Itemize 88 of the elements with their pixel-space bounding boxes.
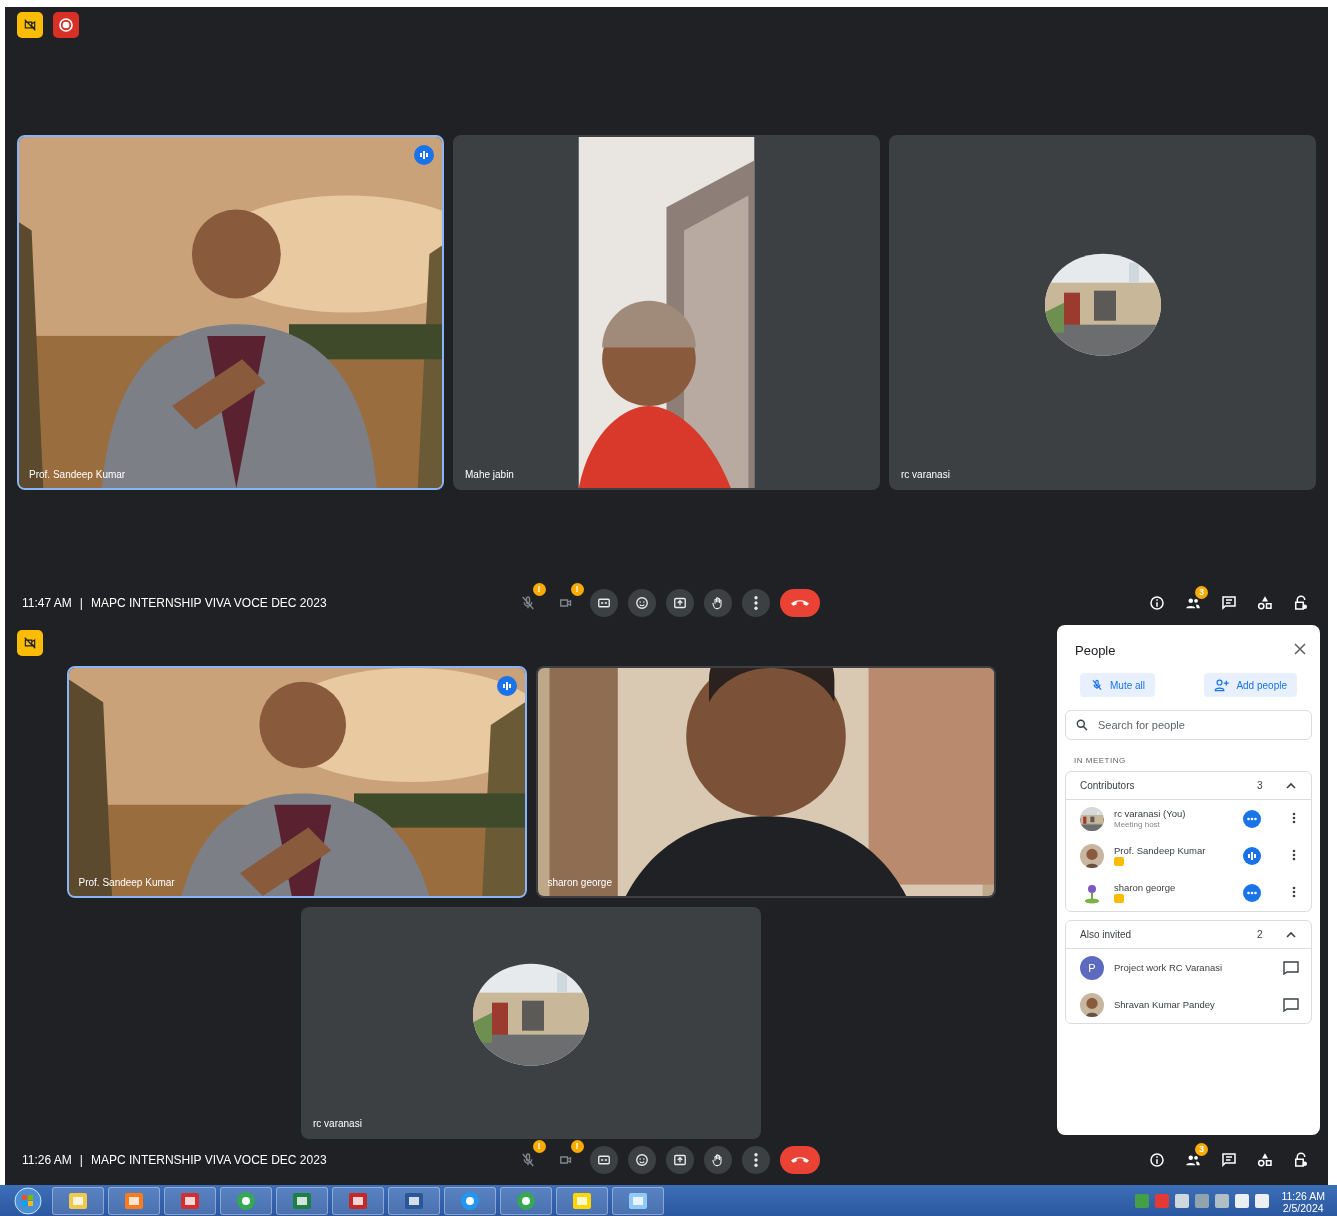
raise-hand-button[interactable] xyxy=(703,589,732,617)
raise-hand-button[interactable] xyxy=(703,1146,732,1174)
add-people-button[interactable]: Add people xyxy=(1204,673,1297,697)
group-title: Also invited xyxy=(1080,929,1133,940)
mute-all-button[interactable]: Mute all xyxy=(1080,673,1155,697)
participant-role: Meeting host xyxy=(1114,820,1161,829)
display-icon[interactable] xyxy=(1255,1193,1270,1208)
participant-name: Prof. Sandeep Kumar xyxy=(1114,845,1207,856)
more-icon xyxy=(753,596,758,610)
add-person-icon xyxy=(1214,678,1231,692)
taskbar-app[interactable] xyxy=(332,1186,384,1215)
participant-name: Prof. Sandeep Kumar xyxy=(78,877,175,888)
more-options-button[interactable] xyxy=(741,1146,770,1174)
participant-name: rc varanasi xyxy=(313,1118,362,1129)
participant-name: Project work RC Varanasi xyxy=(1114,962,1224,973)
message-button[interactable] xyxy=(1283,997,1299,1012)
clock[interactable]: 11:26 AM 2/5/2024 xyxy=(1275,1187,1331,1214)
taskbar-app[interactable] xyxy=(52,1186,104,1215)
search-field[interactable]: Search for people xyxy=(1065,710,1312,740)
participant-name: rc varanasi (You) xyxy=(1114,808,1187,819)
group-title: Contributors xyxy=(1080,780,1136,791)
record-icon xyxy=(58,17,74,33)
flag-icon[interactable] xyxy=(1215,1193,1230,1208)
meeting-time: 11:26 AM xyxy=(22,1153,72,1167)
taskbar-app[interactable] xyxy=(276,1186,328,1215)
participant-name: sharon george xyxy=(547,877,612,888)
microphone-off-icon xyxy=(1090,678,1104,692)
taskbar-app[interactable] xyxy=(556,1186,608,1215)
leave-call-button[interactable] xyxy=(779,589,820,617)
shapes-icon xyxy=(1256,594,1274,612)
shapes-icon xyxy=(1256,1151,1274,1169)
captions-button[interactable] xyxy=(589,1146,618,1174)
group-count: 2 xyxy=(1257,929,1264,940)
participant-name: rc varanasi xyxy=(901,469,950,480)
taskbar-app[interactable] xyxy=(108,1186,160,1215)
alert-badge: ! xyxy=(532,1140,546,1153)
count-badge: 3 xyxy=(1195,1143,1208,1156)
chat-icon xyxy=(1220,1151,1238,1169)
chat-icon xyxy=(1220,594,1238,612)
info-icon xyxy=(1148,1151,1166,1169)
volume-icon[interactable] xyxy=(1235,1193,1250,1208)
participant-name: sharon george xyxy=(1114,882,1177,893)
participant-name: Mahe jabin xyxy=(465,469,514,480)
lock-icon xyxy=(1292,1151,1310,1169)
info-icon xyxy=(1148,594,1166,612)
hang-up-icon xyxy=(790,1157,809,1163)
network-icon[interactable] xyxy=(1175,1193,1190,1208)
section-label: IN MEETING xyxy=(1073,755,1127,767)
group-count: 3 xyxy=(1257,780,1264,791)
present-button[interactable] xyxy=(665,1146,694,1174)
reactions-button[interactable] xyxy=(627,589,656,617)
meeting-title: MAPC INTERNSHIP VIVA VOCE DEC 2023 xyxy=(90,596,327,610)
meeting-title: MAPC INTERNSHIP VIVA VOCE DEC 2023 xyxy=(90,1153,327,1167)
globe-icon xyxy=(459,1189,481,1212)
reactions-button[interactable] xyxy=(627,1146,656,1174)
browser-icon xyxy=(235,1189,257,1212)
taskbar-app[interactable] xyxy=(388,1186,440,1215)
taskbar-app[interactable] xyxy=(444,1186,496,1215)
camera-off-icon xyxy=(23,636,37,650)
avatar: P xyxy=(1080,955,1104,980)
count-badge: 3 xyxy=(1195,586,1208,599)
captions-button[interactable] xyxy=(589,589,618,617)
more-icon xyxy=(753,1153,758,1167)
divider-text: | xyxy=(79,1153,83,1167)
divider-text: | xyxy=(79,596,83,610)
browser-icon xyxy=(515,1189,537,1212)
more-options-button[interactable] xyxy=(741,589,770,617)
participant-name: Shravan Kumar Pandey xyxy=(1114,999,1216,1010)
meeting-time: 11:47 AM xyxy=(22,596,72,610)
search-icon xyxy=(1075,718,1089,732)
present-button[interactable] xyxy=(665,589,694,617)
close-icon xyxy=(1293,642,1307,656)
windows-logo-icon xyxy=(13,1186,43,1215)
lock-icon xyxy=(1292,594,1310,612)
taskbar-app[interactable] xyxy=(500,1186,552,1215)
hang-up-icon xyxy=(790,600,809,606)
message-button[interactable] xyxy=(1283,960,1299,975)
taskbar-app[interactable] xyxy=(164,1186,216,1215)
audio-level-icon xyxy=(419,150,429,160)
taskbar-app[interactable] xyxy=(220,1186,272,1215)
taskbar-app[interactable] xyxy=(612,1186,664,1215)
alert-badge: ! xyxy=(532,583,546,596)
camera-off-icon xyxy=(23,18,37,32)
audio-level-icon xyxy=(501,681,512,691)
panel-title: People xyxy=(1075,642,1116,658)
alert-badge: ! xyxy=(570,583,584,596)
leave-call-button[interactable] xyxy=(779,1146,820,1174)
alert-badge: ! xyxy=(570,1140,584,1153)
